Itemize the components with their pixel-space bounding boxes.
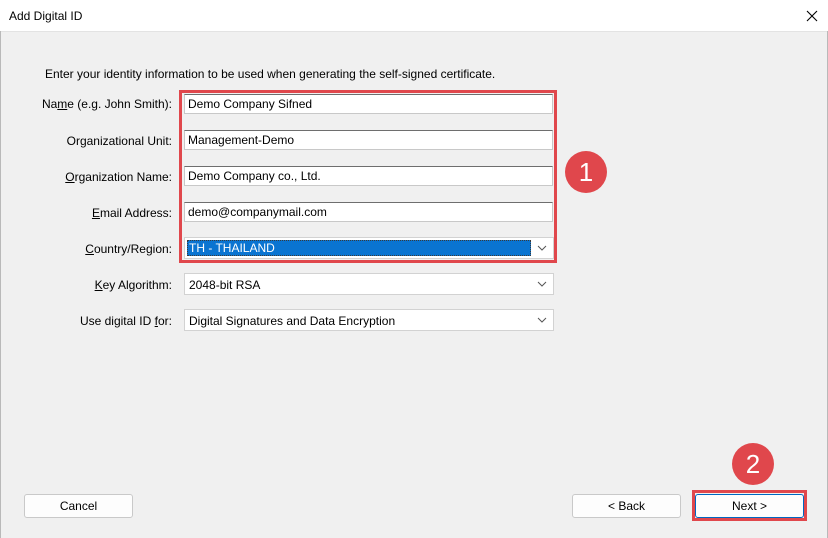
window-title: Add Digital ID <box>9 9 83 23</box>
use-for-select[interactable]: Digital Signatures and Data Encryption <box>184 309 554 331</box>
annotation-highlight-next <box>692 490 807 521</box>
chevron-down-icon <box>537 281 547 287</box>
title-bar: Add Digital ID <box>0 0 828 32</box>
annotation-badge-2: 2 <box>732 443 774 485</box>
use-for-value: Digital Signatures and Data Encryption <box>189 314 396 328</box>
instruction-text: Enter your identity information to be us… <box>45 67 496 81</box>
use-for-label: Use digital ID for: <box>79 314 172 328</box>
org-name-label: Organization Name: <box>65 170 172 184</box>
cancel-button[interactable]: Cancel <box>24 494 133 518</box>
window-border-left <box>0 31 1 538</box>
annotation-highlight-fields <box>179 90 557 263</box>
annotation-badge-1: 1 <box>565 151 607 193</box>
key-algorithm-select[interactable]: 2048-bit RSA <box>184 273 554 295</box>
key-algorithm-value: 2048-bit RSA <box>189 278 261 292</box>
key-algorithm-label: Key Algorithm: <box>94 278 172 292</box>
close-icon <box>806 10 818 21</box>
email-label: Email Address: <box>91 206 172 220</box>
org-unit-label: Organizational Unit: <box>66 134 172 148</box>
name-label: Name (e.g. John Smith): <box>41 97 172 111</box>
country-label: Country/Region: <box>85 242 172 256</box>
close-button[interactable] <box>796 0 828 31</box>
chevron-down-icon <box>537 317 547 323</box>
back-button[interactable]: < Back <box>572 494 681 518</box>
